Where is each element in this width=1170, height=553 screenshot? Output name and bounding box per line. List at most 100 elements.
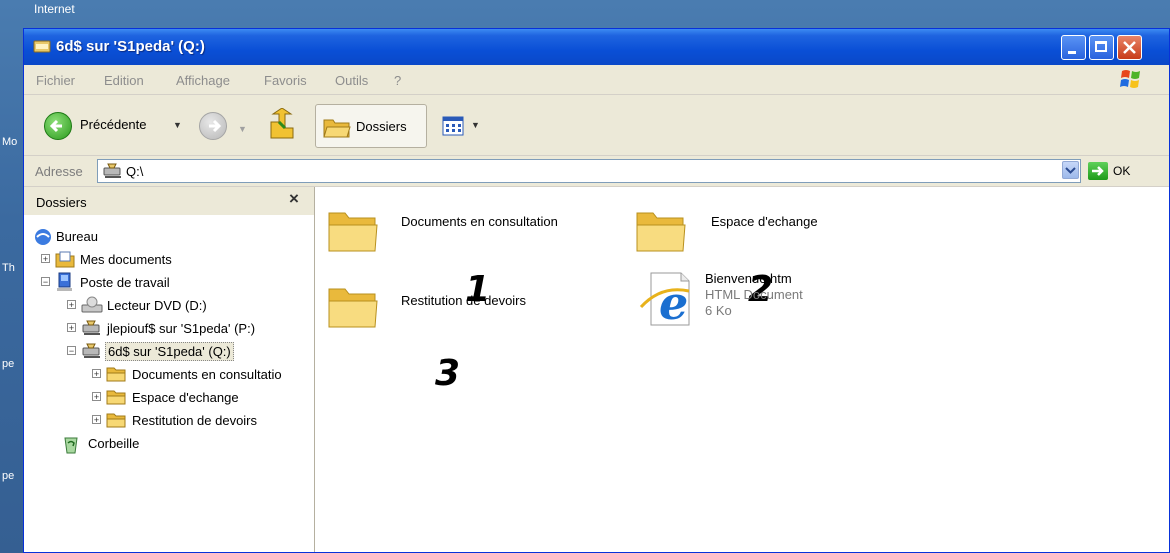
dvd-drive-icon	[81, 296, 103, 313]
forward-button[interactable]	[199, 112, 227, 140]
desktop-label-internet: Internet	[34, 2, 75, 16]
network-drive-icon	[82, 320, 100, 335]
item-type: HTML Document	[705, 287, 803, 302]
tree-title: Dossiers	[36, 195, 87, 210]
ie-html-document-icon: e	[639, 272, 690, 327]
address-bar: Adresse Q:\	[24, 156, 1169, 187]
title-bar[interactable]: 6d$ sur 'S1peda' (Q:)	[24, 29, 1169, 65]
expand-icon[interactable]: +	[41, 254, 50, 264]
folder-icon	[106, 413, 126, 428]
chevron-down-icon[interactable]: ▼	[238, 124, 247, 134]
tree-item-label: Restitution de devoirs	[132, 413, 258, 428]
recycle-bin-icon	[64, 437, 78, 454]
desktop-label: pe	[2, 470, 15, 482]
menu-bar: Fichier Edition Affichage Favoris Outils…	[24, 65, 1169, 95]
tree-item-label: Bureau	[56, 229, 98, 244]
up-folder-icon[interactable]	[267, 108, 297, 142]
folders-button[interactable]: Dossiers	[315, 104, 427, 148]
computer-icon	[57, 272, 72, 291]
chevron-down-icon	[1065, 167, 1076, 174]
menu-edition[interactable]: Edition	[104, 73, 144, 88]
folder-icon	[323, 119, 351, 138]
desktop-label: pe	[2, 358, 15, 370]
menu-favoris[interactable]: Favoris	[264, 73, 307, 88]
back-label: Précédente	[80, 117, 147, 132]
standard-toolbar: Précédente ▼ ▼ Dossiers ▼	[24, 95, 1169, 156]
menu-fichier[interactable]: Fichier	[36, 73, 75, 88]
forward-arrow-icon	[209, 119, 222, 133]
annotation-number: 3	[435, 353, 461, 394]
tree-item-label: 6d$ sur 'S1peda' (Q:)	[105, 342, 234, 361]
tree-item-espace-echange[interactable]: + Espace d'echange	[92, 387, 314, 409]
item-name: Bienvenue.htm	[705, 271, 792, 286]
folder-icon	[328, 212, 378, 252]
network-drive-icon	[103, 163, 121, 178]
network-drive-icon	[82, 343, 100, 358]
tree-item-label: Lecteur DVD (D:)	[107, 298, 207, 313]
menu-affichage[interactable]: Affichage	[176, 73, 230, 88]
tree-item-jlepiouf-drive[interactable]: + jlepiouf$ sur 'S1peda' (P:)	[67, 318, 312, 340]
tree-item-label: Mes documents	[80, 252, 172, 267]
expand-icon[interactable]: +	[92, 392, 101, 402]
address-input[interactable]: Q:\	[97, 159, 1081, 183]
explorer-window: 6d$ sur 'S1peda' (Q:) Fichier Edition Af…	[23, 28, 1170, 553]
item-size: 6 Ko	[705, 303, 732, 318]
tree-item-bureau[interactable]: Bureau	[34, 226, 304, 248]
folder-tree-pane: Dossiers × Bureau + Mes documents − Post…	[24, 187, 315, 552]
window-title: 6d$ sur 'S1peda' (Q:)	[56, 38, 205, 55]
tree-item-label: Espace d'echange	[132, 390, 239, 405]
file-list-pane: Documents en consultation 1 Espace d'ech…	[315, 187, 1169, 552]
collapse-icon[interactable]: −	[67, 346, 76, 356]
expand-icon[interactable]: +	[67, 323, 76, 333]
folder-item-documents-en-consultation[interactable]: Documents en consultation	[327, 205, 617, 261]
minimize-button[interactable]	[1061, 35, 1086, 60]
tree-item-label: Poste de travail	[80, 275, 170, 290]
tree-item-restitution-devoirs[interactable]: + Restitution de devoirs	[92, 410, 314, 432]
back-button[interactable]: Précédente ▼	[40, 105, 190, 147]
documents-folder-icon	[55, 251, 75, 268]
views-button[interactable]	[442, 116, 466, 136]
expand-icon[interactable]: +	[67, 300, 76, 310]
tree-item-mes-documents[interactable]: + Mes documents	[41, 249, 311, 271]
tree-header: Dossiers ×	[24, 187, 314, 215]
folder-item-espace-echange[interactable]: Espace d'echange	[635, 205, 875, 261]
tree-item-6d-drive[interactable]: − 6d$ sur 'S1peda' (Q:)	[67, 341, 312, 363]
maximize-button[interactable]	[1089, 35, 1114, 60]
folder-icon	[328, 288, 378, 328]
folder-item-restitution-devoirs[interactable]: Restitution de devoirs	[327, 281, 587, 337]
close-button[interactable]	[1117, 35, 1142, 60]
menu-help[interactable]: ?	[394, 73, 401, 88]
chevron-down-icon[interactable]: ▼	[471, 120, 480, 130]
file-item-bienvenue[interactable]: e Bienvenue.htm HTML Document 6 Ko	[637, 267, 877, 347]
tree-item-poste-de-travail[interactable]: − Poste de travail	[41, 272, 311, 294]
expand-icon[interactable]: +	[92, 369, 101, 379]
tree-item-lecteur-dvd[interactable]: + Lecteur DVD (D:)	[67, 295, 312, 317]
address-label: Adresse	[35, 164, 83, 179]
go-label[interactable]: OK	[1113, 164, 1130, 178]
desktop-icon	[35, 229, 51, 245]
tree-item-corbeille[interactable]: Corbeille	[62, 433, 302, 455]
close-icon	[1123, 41, 1136, 54]
item-name: Documents en consultation	[401, 214, 558, 229]
address-value: Q:\	[126, 164, 144, 179]
folder-icon	[106, 367, 126, 382]
network-drive-icon	[33, 40, 51, 53]
collapse-icon[interactable]: −	[41, 277, 50, 287]
item-name: Espace d'echange	[711, 214, 818, 229]
go-button[interactable]	[1088, 162, 1108, 180]
tree-item-label: Documents en consultatio	[132, 367, 282, 382]
folder-icon	[636, 212, 686, 252]
go-arrow-icon	[1092, 166, 1104, 176]
chevron-down-icon: ▼	[173, 120, 182, 130]
tree-item-documents-en-consultation[interactable]: + Documents en consultatio	[92, 364, 314, 386]
tree-item-label: jlepiouf$ sur 'S1peda' (P:)	[107, 321, 256, 336]
tree-item-label: Corbeille	[88, 436, 140, 451]
desktop-label: Th	[2, 262, 15, 274]
item-name: Restitution de devoirs	[401, 293, 527, 308]
views-icon	[442, 116, 464, 136]
close-pane-icon[interactable]: ×	[289, 189, 299, 209]
desktop-label: Mo	[2, 136, 18, 148]
expand-icon[interactable]: +	[92, 415, 101, 425]
address-dropdown-button[interactable]	[1062, 161, 1079, 179]
menu-outils[interactable]: Outils	[335, 73, 368, 88]
